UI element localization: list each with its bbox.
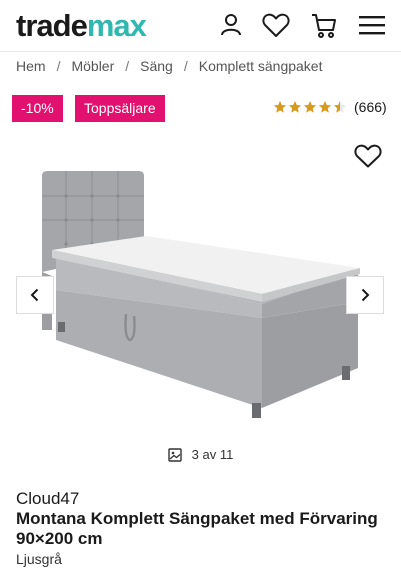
breadcrumb: Hem / Möbler / Säng / Komplett sängpaket <box>16 58 322 76</box>
breadcrumb-separator: / <box>125 58 130 74</box>
gallery-prev-button[interactable] <box>16 276 54 314</box>
gallery-counter: 3 av 11 <box>0 447 401 462</box>
product-variant: Ljusgrå <box>16 551 62 567</box>
wishlist-heart-icon[interactable] <box>261 10 291 40</box>
breadcrumb-separator: / <box>56 58 61 74</box>
trademax-logo[interactable]: trademax <box>16 6 147 46</box>
account-icon[interactable] <box>216 10 246 40</box>
chevron-right-icon <box>361 288 370 302</box>
hamburger-menu-icon[interactable] <box>357 10 387 40</box>
gallery-counter-text: 3 av 11 <box>191 447 234 462</box>
breadcrumb-separator: / <box>183 58 188 74</box>
chevron-left-icon <box>30 288 39 302</box>
image-icon <box>167 447 182 462</box>
breadcrumb-link-komplett-sangpaket[interactable]: Komplett sängpaket <box>199 58 323 76</box>
star-full-icon <box>288 100 302 113</box>
gallery-next-button[interactable] <box>346 276 384 314</box>
bestseller-badge: Toppsäljare <box>75 95 165 122</box>
header-divider <box>0 51 401 52</box>
cart-icon[interactable] <box>309 10 339 40</box>
star-full-icon <box>303 100 317 113</box>
product-image-gallery[interactable] <box>0 130 401 440</box>
breadcrumb-link-mobler[interactable]: Möbler <box>71 58 114 76</box>
site-header: trademax <box>0 0 401 52</box>
add-to-wishlist-heart-icon[interactable] <box>354 143 382 169</box>
breadcrumb-link-sang[interactable]: Säng <box>140 58 173 76</box>
bed-product-image <box>42 171 360 418</box>
product-brand[interactable]: Cloud47 <box>16 489 79 509</box>
star-full-icon <box>273 100 287 113</box>
breadcrumb-link-hem[interactable]: Hem <box>16 58 46 76</box>
rating-count: (666) <box>354 99 387 115</box>
discount-badge: -10% <box>12 95 63 122</box>
product-rating[interactable]: (666) <box>273 99 387 115</box>
star-full-icon <box>318 100 332 113</box>
star-half-icon <box>333 100 347 113</box>
product-title: Montana Komplett Sängpaket med Förvaring… <box>16 509 378 548</box>
